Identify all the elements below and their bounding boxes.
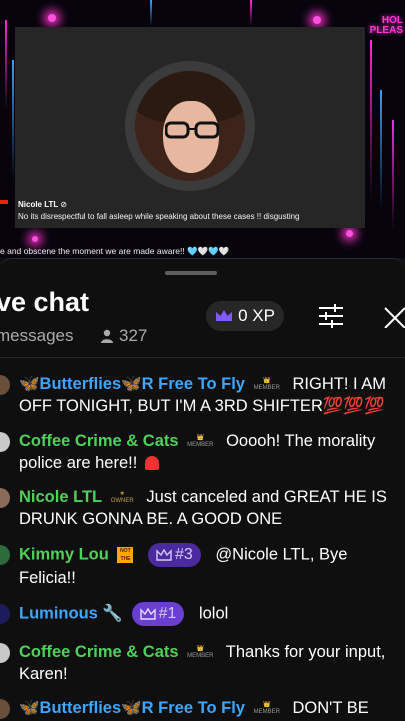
verified-icon: ⊘ bbox=[60, 200, 67, 209]
crown-icon bbox=[156, 549, 172, 561]
message-text: lolol bbox=[198, 604, 229, 623]
chat-message[interactable]: Nicole LTL ★ OWNER Just canceled and GREA… bbox=[0, 486, 405, 532]
owner-badge-icon: ★ OWNER bbox=[110, 490, 134, 504]
neon-streak bbox=[12, 60, 14, 180]
viewer-count-value: 327 bbox=[119, 326, 148, 345]
chat-message[interactable]: Luminous 🔧 #1 lolol bbox=[0, 602, 405, 626]
author-name[interactable]: Coffee Crime & Cats bbox=[19, 432, 179, 450]
video-ticker: e and obscene the moment we are made awa… bbox=[0, 246, 230, 256]
chat-message[interactable]: Coffee Crime & Cats 👑 MEMBER Ooooh! The m… bbox=[0, 430, 405, 476]
avatar bbox=[0, 375, 10, 395]
author-name[interactable]: 🦋Butterflies🦋R Free To Fly bbox=[19, 699, 245, 717]
member-badge-icon: 👑 MEMBER bbox=[253, 701, 280, 715]
person-icon bbox=[101, 329, 113, 343]
avatar bbox=[0, 432, 10, 452]
neon-light bbox=[48, 14, 56, 22]
holiday-line2: PLEAS bbox=[369, 25, 403, 36]
rank-badge: #1 bbox=[131, 602, 185, 626]
author-name[interactable]: Kimmy Lou bbox=[19, 545, 109, 563]
author-name[interactable]: Nicole LTL bbox=[19, 488, 102, 506]
tune-icon[interactable] bbox=[318, 304, 344, 328]
neon-streak bbox=[370, 40, 372, 200]
glasses-icon bbox=[165, 121, 219, 139]
chat-message[interactable]: Coffee Crime & Cats 👑 MEMBER Thanks for y… bbox=[0, 641, 405, 687]
author-name[interactable]: 🦋Butterflies🦋R Free To Fly bbox=[19, 375, 245, 393]
chat-message[interactable]: 🦋Butterflies🦋R Free To Fly 👑 MEMBER DON'T… bbox=[0, 697, 405, 721]
neon-streak bbox=[250, 0, 252, 26]
streamer-message: No its disrespectful to fall asleep whil… bbox=[18, 212, 300, 221]
siren-emoji-icon bbox=[144, 456, 159, 470]
chat-title: ve chat bbox=[0, 287, 90, 317]
chat-message[interactable]: 🦋Butterflies🦋R Free To Fly 👑 MEMBER RIGHT… bbox=[0, 373, 405, 419]
avatar bbox=[0, 699, 10, 719]
streamer-name: Nicole LTL ⊘ bbox=[18, 200, 67, 209]
youtube-logo-icon bbox=[0, 200, 8, 204]
member-badge-icon: 👑 MEMBER bbox=[253, 377, 280, 391]
streamer-card: Nicole LTL ⊘ No its disrespectful to fall… bbox=[15, 27, 365, 228]
wrench-icon: 🔧 bbox=[102, 604, 123, 623]
streamer-name-text: Nicole LTL bbox=[18, 200, 59, 209]
xp-button[interactable]: 0 XP bbox=[206, 301, 284, 331]
header-divider bbox=[0, 357, 405, 358]
crown-icon bbox=[216, 310, 233, 321]
author-name[interactable]: Coffee Crime & Cats bbox=[19, 643, 179, 661]
rank-badge-label: #1 bbox=[158, 605, 177, 622]
holiday-overlay: HOL PLEAS bbox=[370, 16, 403, 36]
member-badge-icon: 👑 MEMBER bbox=[187, 434, 214, 448]
xp-label: 0 XP bbox=[238, 306, 275, 325]
crown-icon bbox=[139, 608, 156, 620]
rank-badge: #3 bbox=[148, 543, 201, 567]
live-chat-panel: ve chat messages 327 0 XP 🦋Butterflies🦋R… bbox=[0, 258, 405, 721]
neon-streak bbox=[5, 20, 7, 110]
avatar bbox=[0, 488, 10, 508]
neon-streak bbox=[380, 90, 382, 210]
neon-light bbox=[32, 236, 38, 242]
neon-streak bbox=[150, 0, 152, 26]
avatar bbox=[0, 643, 10, 663]
avatar bbox=[0, 604, 10, 624]
chat-subtitle: messages bbox=[0, 326, 74, 345]
rank-badge-label: #3 bbox=[175, 546, 193, 563]
stream-video[interactable]: HOL PLEAS Nicole LTL ⊘ No its disrespectf… bbox=[0, 0, 405, 258]
streamer-avatar-ring bbox=[125, 61, 255, 191]
neon-light bbox=[346, 230, 353, 237]
avatar bbox=[0, 545, 10, 565]
drag-handle[interactable] bbox=[165, 271, 217, 275]
streamer-avatar bbox=[135, 71, 245, 181]
neon-streak bbox=[392, 120, 394, 230]
neon-light bbox=[313, 16, 321, 24]
chat-message[interactable]: Kimmy Lou NOT THE #3 @Nicole LTL, Bye Fel… bbox=[0, 543, 405, 589]
author-name[interactable]: Luminous bbox=[19, 604, 98, 622]
gift-badge-icon: NOT THE bbox=[117, 547, 134, 563]
viewer-count: 327 bbox=[100, 326, 147, 346]
close-icon[interactable] bbox=[383, 306, 405, 328]
member-badge-icon: 👑 MEMBER bbox=[187, 645, 214, 659]
